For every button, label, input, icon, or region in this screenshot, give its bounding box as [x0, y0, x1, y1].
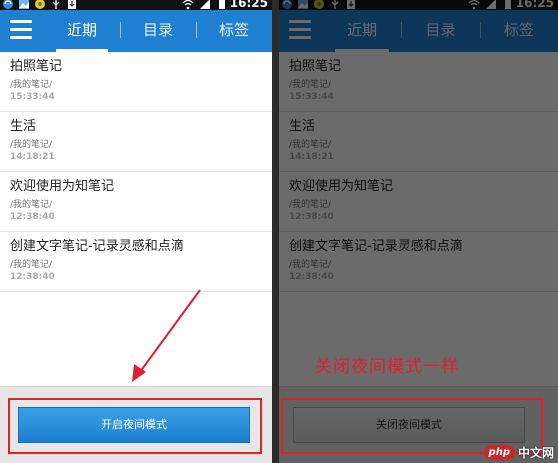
usb-icon	[331, 0, 339, 9]
note-path: /我的笔记/	[289, 200, 332, 210]
note-title: 拍照笔记	[10, 59, 63, 74]
usb-icon	[52, 0, 60, 9]
battery-icon	[219, 0, 225, 9]
app-header: 近期 目录 标签	[279, 10, 558, 52]
sync-icon	[282, 0, 292, 9]
signal-icon	[486, 0, 496, 9]
sync-icon	[3, 0, 13, 9]
app-notification-icon	[35, 0, 45, 9]
annotation-text: 关闭夜间模式一样	[315, 357, 459, 377]
watermark: php 中文网	[483, 444, 554, 461]
note-title: 拍照笔记	[289, 59, 342, 74]
note-list: 拍照笔记 /我的笔记/ 15:33:44 生活 /我的笔记/ 14:18:21 …	[0, 52, 272, 292]
tab-tags[interactable]: 标签	[479, 10, 558, 52]
tab-tags[interactable]: 标签	[196, 10, 272, 52]
note-item[interactable]: 生活 /我的笔记/ 14:18:21	[279, 112, 558, 172]
tab-recent[interactable]: 近期	[323, 10, 401, 52]
note-item[interactable]: 拍照笔记 /我的笔记/ 15:33:44	[0, 52, 272, 112]
picture-icon	[298, 0, 308, 9]
panel-divider	[272, 0, 279, 463]
note-path: /我的笔记/	[289, 140, 332, 150]
note-item[interactable]: 欢迎使用为知笔记 /我的笔记/ 12:38:40	[0, 172, 272, 232]
tab-bar: 近期 目录 标签	[323, 10, 558, 52]
battery-icon	[505, 0, 511, 9]
note-title: 生活	[289, 119, 316, 134]
note-path: /我的笔记/	[10, 260, 53, 270]
night-mode-screen: 16:25 近期 目录 标签 拍照笔记 /我的笔记/ 15:33:44 生活 /…	[279, 0, 558, 463]
tab-directory[interactable]: 目录	[120, 10, 196, 52]
watermark-text: 中文网	[517, 446, 554, 460]
note-path: /我的笔记/	[10, 140, 53, 150]
day-mode-screen: 16:25 近期 目录 标签 拍照笔记 /我的笔记/ 15:33:44 生活 /…	[0, 0, 272, 463]
status-time: 16:25	[229, 0, 268, 10]
note-time: 12:38:40	[289, 272, 334, 282]
download-icon	[347, 0, 355, 9]
menu-icon[interactable]	[10, 20, 32, 40]
note-item[interactable]: 拍照笔记 /我的笔记/ 15:33:44	[279, 52, 558, 112]
status-bar: 16:25	[279, 0, 558, 10]
note-item[interactable]: 创建文字笔记-记录灵感和点滴 /我的笔记/ 12:38:40	[0, 232, 272, 292]
note-path: /我的笔记/	[10, 200, 53, 210]
note-time: 12:38:40	[289, 212, 334, 222]
note-time: 12:38:40	[10, 272, 55, 282]
note-time: 12:38:40	[10, 212, 55, 222]
note-item[interactable]: 创建文字笔记-记录灵感和点滴 /我的笔记/ 12:38:40	[279, 232, 558, 292]
status-bar: 16:25	[0, 0, 272, 10]
note-title: 欢迎使用为知笔记	[10, 179, 115, 194]
download-icon	[68, 0, 76, 9]
signal-icon	[200, 0, 210, 9]
menu-icon[interactable]	[289, 20, 311, 40]
wifi-icon	[468, 0, 480, 10]
note-path: /我的笔记/	[10, 80, 53, 90]
highlight-box	[8, 398, 262, 454]
note-time: 15:33:44	[10, 92, 55, 102]
note-item[interactable]: 生活 /我的笔记/ 14:18:21	[0, 112, 272, 172]
tab-directory[interactable]: 目录	[401, 10, 479, 52]
note-title: 创建文字笔记-记录灵感和点滴	[10, 239, 184, 254]
picture-icon	[19, 0, 29, 9]
watermark-logo: php	[483, 445, 515, 460]
app-notification-icon	[314, 0, 324, 9]
note-item[interactable]: 欢迎使用为知笔记 /我的笔记/ 12:38:40	[279, 172, 558, 232]
status-time: 16:25	[515, 0, 554, 10]
note-path: /我的笔记/	[289, 260, 332, 270]
tab-recent[interactable]: 近期	[44, 10, 120, 52]
note-time: 14:18:21	[289, 152, 334, 162]
wifi-icon	[182, 0, 194, 10]
note-time: 15:33:44	[289, 92, 334, 102]
note-path: /我的笔记/	[289, 80, 332, 90]
note-list: 拍照笔记 /我的笔记/ 15:33:44 生活 /我的笔记/ 14:18:21 …	[279, 52, 558, 292]
app-header: 近期 目录 标签	[0, 10, 272, 52]
note-time: 14:18:21	[10, 152, 55, 162]
tab-bar: 近期 目录 标签	[44, 10, 272, 52]
note-title: 欢迎使用为知笔记	[289, 179, 394, 194]
note-title: 生活	[10, 119, 37, 134]
note-title: 创建文字笔记-记录灵感和点滴	[289, 239, 463, 254]
